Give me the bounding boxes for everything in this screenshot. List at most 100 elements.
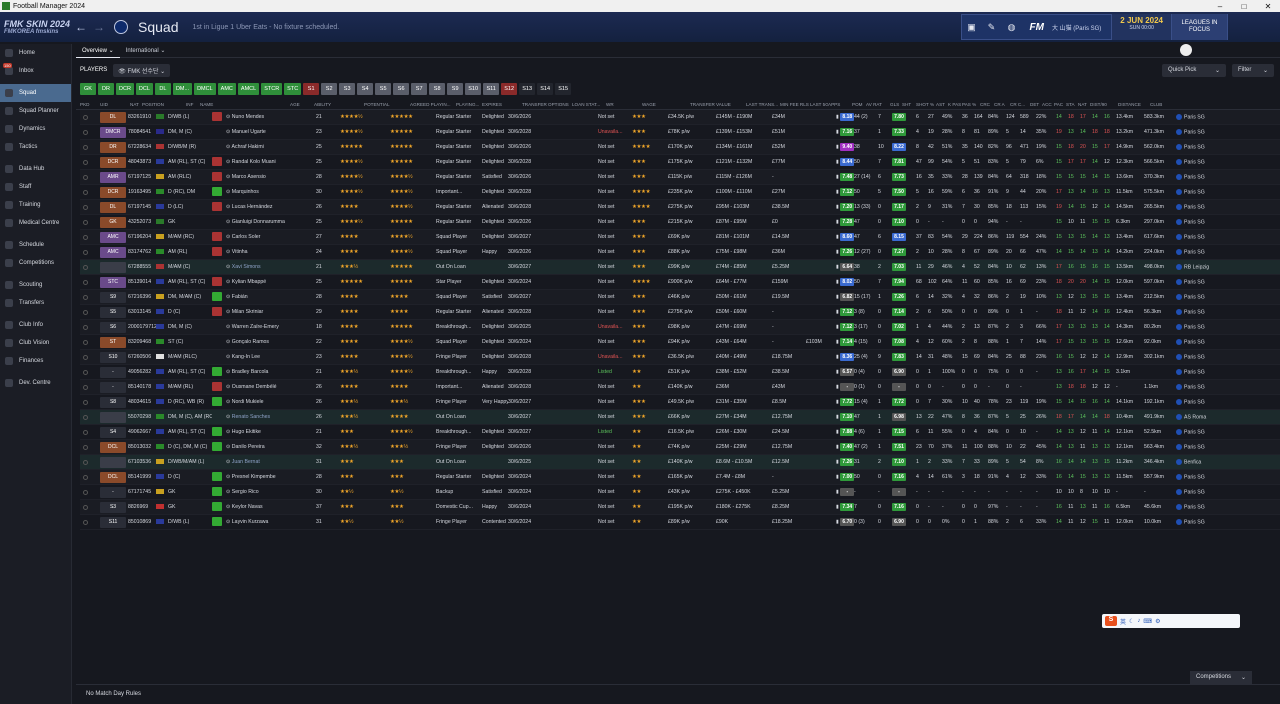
club-name[interactable]: Paris SG [1184,159,1205,165]
select-radio[interactable] [83,204,88,210]
sidebar-item-scouting[interactable]: Scouting [0,276,71,294]
table-row[interactable]: S6 2000179712 DM, M (C) ⊙ Warren Zaïre-Emer… [80,320,1280,335]
tab-overview[interactable]: Overview ⌄ [76,44,120,58]
player-name[interactable]: Vitinha [232,249,248,255]
settings-icon[interactable]: ⚙ [1155,618,1160,625]
club-name[interactable]: Paris SG [1184,489,1205,495]
current-date[interactable]: 2 JUN 2024 SUN 00:00 [1111,14,1171,40]
select-radio[interactable] [83,144,88,150]
club-name[interactable]: Paris SG [1184,369,1205,375]
sidebar-item-training[interactable]: Training [0,196,71,214]
column-header[interactable]: AGREED PLAYIN... [410,102,456,107]
globe-icon[interactable]: ◍ [1002,22,1022,33]
column-header[interactable]: TRANSFER VALUE [690,102,746,107]
filter-chip-s6[interactable]: S6 [393,83,410,95]
table-row[interactable]: S11 85010869 D/WB (L) ⊙ Layvin Kurzawa 31 ★★½… [80,515,1280,530]
position-badge[interactable]: STC [100,276,126,288]
column-header[interactable]: LAST TRANS... [746,102,780,107]
column-header[interactable]: CR C... [1010,102,1030,107]
column-header[interactable]: GLS [890,102,902,107]
column-header[interactable]: NAT [130,102,142,107]
player-name[interactable]: Gonçalo Ramos [232,339,269,345]
club-name[interactable]: Paris SG [1184,384,1205,390]
select-radio[interactable] [83,309,88,315]
player-name[interactable]: Milan Škriniar [232,309,263,315]
select-radio[interactable] [83,459,88,465]
table-row[interactable]: S9 67216396 DM, M/AM (C) ⊙ Fabián 28 ★★★★ ★★★★… [80,290,1280,305]
select-radio[interactable] [83,444,88,450]
column-header[interactable]: PAC [1054,102,1066,107]
player-name[interactable]: Keylor Navas [232,504,263,510]
select-radio[interactable] [83,294,88,300]
player-name[interactable]: Achraf Hakimi [232,144,264,150]
filter-chip-dcl[interactable]: DCL [135,83,153,95]
column-header[interactable]: TRANSFER OPTIONS [522,102,572,107]
position-badge[interactable]: S4 [100,426,126,438]
filter-chip-s9[interactable]: S9 [447,83,464,95]
column-header[interactable]: CR A [994,102,1010,107]
column-header[interactable]: PAS % [962,102,980,107]
club-name[interactable]: Paris SG [1184,234,1205,240]
column-header[interactable]: INF [186,102,200,107]
player-name[interactable]: Carlos Soler [232,234,261,240]
table-row[interactable]: S8 48034615 D (RC), WB (R) ⊙ Nordi Mukiele 2… [80,395,1280,410]
filter-chip-amcl[interactable]: AMCL [237,83,260,95]
position-badge[interactable]: - [100,366,126,378]
table-row[interactable]: 55070298 DM, M (C), AM (RC) ⊙ Renato Sanch… [80,410,1280,425]
column-header[interactable]: STA [1066,102,1078,107]
club-name[interactable]: Benfica [1184,459,1201,465]
player-name[interactable]: Renato Sanches [232,414,270,420]
player-name[interactable]: Marquinhos [232,189,259,195]
select-radio[interactable] [83,414,88,420]
select-radio[interactable] [83,519,88,525]
sidebar-item-data-hub[interactable]: Data Hub [0,160,71,178]
column-header[interactable]: AV RAT [866,102,890,107]
filter-button[interactable]: Filter ⌄ [1232,63,1274,77]
sidebar-item-dev-centre[interactable]: Dev. Centre [0,374,71,392]
select-radio[interactable] [83,384,88,390]
player-name[interactable]: Kylian Mbappé [232,279,266,285]
manager-club-label[interactable]: 大 山猫 (Paris SG) [1052,23,1101,32]
table-row[interactable]: -85140178 M/AM (RL) ⊙ Ousmane Dembélé 26 ★★★… [80,380,1280,395]
player-name[interactable]: Nordi Mukiele [232,399,264,405]
column-header[interactable]: EXPIRES [482,102,522,107]
player-name[interactable]: Nuno Mendes [232,114,264,120]
id-card-icon[interactable]: ▣ [962,22,982,33]
club-name[interactable]: Paris SG [1184,174,1205,180]
table-row[interactable]: STC 85139014 AM (RL), ST (C) ⊙ Kylian Mbapp… [80,275,1280,290]
table-row[interactable]: S3 8826969 GK ⊙ Keylor Navas 37 ★★★ ★★★ Domesti… [80,500,1280,515]
player-name[interactable]: Marco Asensio [232,174,266,180]
sidebar-item-squad-planner[interactable]: Squad Planner [0,102,71,120]
club-name[interactable]: Paris SG [1184,249,1205,255]
filter-chip-s10[interactable]: S10 [465,83,482,95]
column-header[interactable]: POTENTIAL [364,102,410,107]
select-radio[interactable] [83,174,88,180]
table-row[interactable]: AMC 67196204 M/AM (RC) ⊙ Carlos Soler 27 ★★★★… [80,230,1280,245]
table-row[interactable]: -49056282 AM (RL), ST (C) ⊙ Bradley Barcol… [80,365,1280,380]
position-badge[interactable] [100,456,126,468]
sidebar-item-club-info[interactable]: Club Info [0,316,71,334]
ime-lang[interactable]: 英 [1120,617,1126,626]
column-header[interactable]: LAST 5G... [810,102,828,107]
sidebar-item-transfers[interactable]: Transfers [0,294,71,312]
club-name[interactable]: Paris SG [1184,519,1205,525]
table-row[interactable]: AMR 67197125 AM (RLC) ⊙ Marco Asensio 28 ★★★★… [80,170,1280,185]
position-badge[interactable]: S5 [100,306,126,318]
filter-chip-s14[interactable]: S14 [537,83,554,95]
moon-icon[interactable]: ☾ [1129,618,1134,625]
filter-chip-dr[interactable]: DR [98,83,114,95]
ime-toolbar[interactable]: S 英 ☾ ♪ ⌨ ⚙ [1102,614,1240,628]
club-name[interactable]: Paris SG [1184,144,1205,150]
position-badge[interactable]: ST [100,336,126,348]
table-row[interactable]: DCL 85141999 D (C) ⊙ Presnel Kimpembe 28 ★★★ ★… [80,470,1280,485]
select-radio[interactable] [83,429,88,435]
player-name[interactable]: Layvin Kurzawa [232,519,269,525]
select-radio[interactable] [83,504,88,510]
filter-chip-s2[interactable]: S2 [321,83,338,95]
table-row[interactable]: 67288555 M/AM (C) ⊙ Xavi Simons 21 ★★★½ ★★★★★… [80,260,1280,275]
table-row[interactable]: 67103536 D/WB/M/AM (L) ⊙ Juan Bernat 31 ★★★ ★… [80,455,1280,470]
fm-logo[interactable]: FM [1030,22,1044,33]
position-badge[interactable]: - [100,381,126,393]
position-badge[interactable]: - [100,486,126,498]
select-radio[interactable] [83,114,88,120]
